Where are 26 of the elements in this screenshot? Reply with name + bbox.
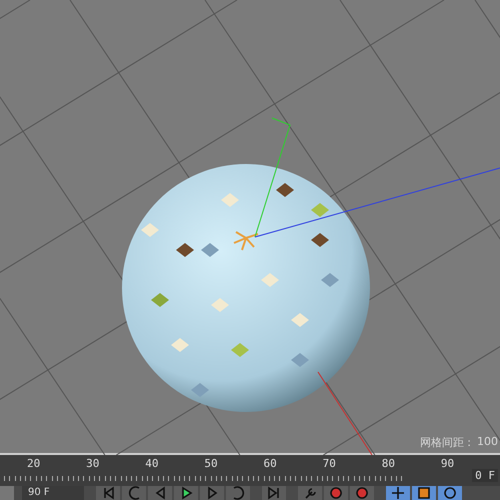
move-icon [391, 486, 405, 500]
go-to-start-icon [101, 486, 115, 500]
toolbar-button[interactable] [174, 486, 198, 500]
toolbar-button[interactable] [412, 486, 436, 500]
current-frame-field[interactable]: 0 F [472, 469, 498, 482]
frame-number: 30 [86, 457, 100, 470]
step-back-icon [153, 486, 167, 500]
frame-number: 90 [440, 457, 456, 470]
frame-number: 20 [27, 457, 42, 470]
toolbar-button[interactable] [386, 486, 410, 500]
grid-spacing-value: 100 [477, 435, 498, 450]
loop-icon [231, 486, 245, 500]
toolbar-button[interactable] [438, 486, 462, 500]
end-frame-field[interactable]: 90 F [22, 486, 84, 500]
timeline-ruler[interactable]: 20 30 40 50 60 70 80 90 0 F [0, 455, 500, 486]
wrench-icon [303, 486, 317, 500]
frame-number: 40 [145, 457, 160, 470]
frame-number: 80 [382, 457, 396, 470]
frame-number: 60 [264, 457, 278, 470]
frame-number: 50 [204, 457, 219, 470]
record-icon [329, 486, 343, 500]
frame-number: 70 [322, 457, 337, 470]
go-to-end-icon [267, 486, 281, 500]
scale-icon [417, 486, 431, 500]
step-forward-icon [205, 486, 219, 500]
grid-spacing-label: 网格间距 : [420, 435, 471, 450]
